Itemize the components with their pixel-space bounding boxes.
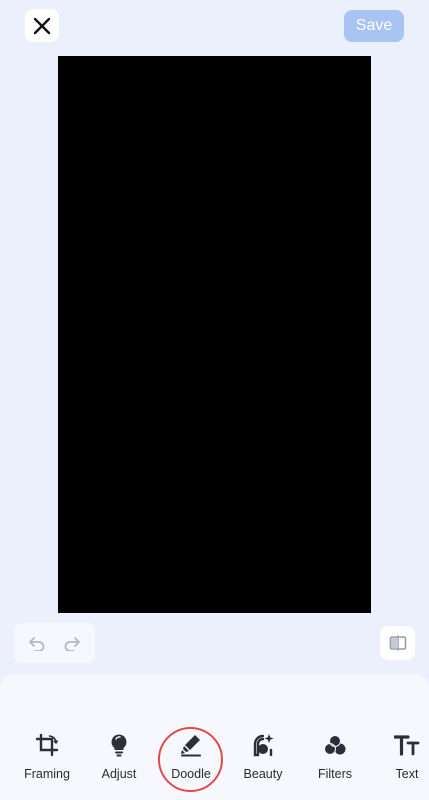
undo-icon xyxy=(29,637,45,651)
filters-icon xyxy=(322,732,348,758)
tool-label: Adjust xyxy=(101,767,137,781)
compare-button[interactable] xyxy=(380,626,415,660)
close-button[interactable] xyxy=(25,9,59,42)
compare-icon xyxy=(389,635,406,651)
tool-adjust[interactable]: Adjust xyxy=(83,732,155,782)
lightbulb-icon xyxy=(106,732,132,758)
tool-label: Doodle xyxy=(171,767,211,781)
image-canvas[interactable] xyxy=(58,56,371,613)
tool-label: Beauty xyxy=(243,767,283,781)
tool-filters[interactable]: Filters xyxy=(299,732,371,782)
tool-beauty[interactable]: Beauty xyxy=(227,732,299,782)
history-controls xyxy=(14,623,95,663)
text-icon xyxy=(394,732,420,758)
save-button[interactable]: Save xyxy=(344,10,404,42)
tool-label: Framing xyxy=(24,767,70,781)
tool-label: Text xyxy=(395,767,419,781)
tool-label: Filters xyxy=(317,767,353,781)
close-icon xyxy=(33,17,51,34)
marker-pen-icon xyxy=(178,732,204,758)
tool-text[interactable]: Text xyxy=(371,732,429,782)
redo-button[interactable] xyxy=(57,628,87,658)
face-sparkle-icon xyxy=(250,732,276,758)
tool-framing[interactable]: Framing xyxy=(11,732,83,782)
undo-button[interactable] xyxy=(22,628,52,658)
redo-icon xyxy=(64,637,80,651)
tool-doodle[interactable]: Doodle xyxy=(155,732,227,782)
crop-rotate-icon xyxy=(34,732,60,758)
